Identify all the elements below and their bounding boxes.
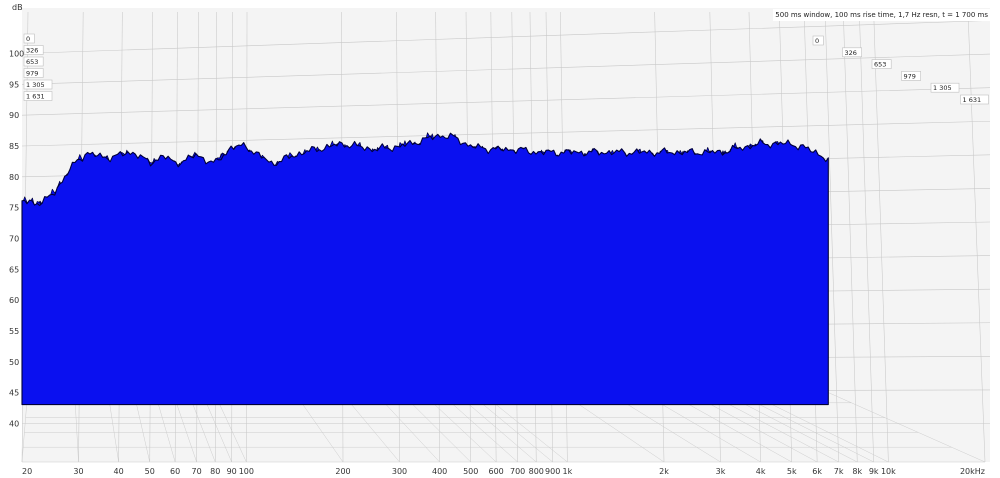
time-label-left-text: 326 bbox=[26, 47, 38, 55]
time-label-right: 0 bbox=[812, 35, 824, 46]
x-tick-label: 4k bbox=[756, 467, 766, 476]
x-tick-label: 400 bbox=[432, 467, 447, 476]
x-tick-label: 3k bbox=[716, 467, 726, 476]
x-tick-label: 90 bbox=[227, 467, 237, 476]
time-label-right: 653 bbox=[871, 59, 892, 69]
x-tick-label: 800 bbox=[529, 467, 544, 476]
x-tick-label: 10k bbox=[881, 467, 896, 476]
x-tick-label: 600 bbox=[489, 467, 504, 476]
x-tick-label: 100 bbox=[239, 467, 254, 476]
y-tick-label: 70 bbox=[9, 235, 19, 244]
time-label-right-text: 1 631 bbox=[963, 96, 982, 104]
y-tick-label: 65 bbox=[9, 265, 19, 274]
x-tick-label: 500 bbox=[463, 467, 478, 476]
y-tick-label: 90 bbox=[9, 111, 19, 120]
y-axis-label: dB bbox=[12, 3, 23, 12]
info-text: 500 ms window, 100 ms rise time, 1,7 Hz … bbox=[773, 9, 990, 21]
x-tick-label: 200 bbox=[335, 467, 350, 476]
time-label-right: 1 631 bbox=[960, 94, 989, 105]
x-tick-label: 40 bbox=[114, 467, 124, 476]
x-tick-label: 700 bbox=[510, 467, 525, 476]
waterfall-surface bbox=[21, 132, 829, 406]
x-tick-label: 9k bbox=[869, 467, 879, 476]
time-label-left-text: 653 bbox=[26, 58, 38, 66]
x-tick-label: 80 bbox=[210, 467, 220, 476]
time-label-right: 326 bbox=[842, 47, 863, 58]
y-tick-label: 40 bbox=[9, 420, 19, 429]
x-tick-label: 70 bbox=[192, 467, 202, 476]
time-label-left-text: 1 305 bbox=[26, 81, 45, 89]
time-label-right-text: 0 bbox=[815, 37, 819, 45]
time-label-left-text: 1 631 bbox=[26, 93, 45, 101]
y-tick-label: 75 bbox=[9, 204, 19, 213]
waterfall-chart: 100 95 90 85 80 75 70 65 60 55 50 45 40 20 30 40 50 60 70… bbox=[0, 0, 1000, 478]
time-label-left: 0 bbox=[23, 33, 35, 44]
x-tick-label: 30 bbox=[73, 467, 83, 476]
time-label-right: 979 bbox=[901, 71, 922, 81]
time-label-left: 326 bbox=[23, 45, 44, 55]
time-label-left-text: 979 bbox=[26, 70, 38, 78]
y-tick-label: 55 bbox=[9, 327, 19, 336]
time-label-right: 1 305 bbox=[930, 82, 960, 93]
time-label-left: 1 305 bbox=[23, 79, 53, 90]
plot-area: 100 95 90 85 80 75 70 65 60 55 50 45 40 20 30 40 50 60 70… bbox=[9, 3, 991, 476]
x-tick-label: 50 bbox=[145, 467, 155, 476]
y-tick-label: 100 bbox=[9, 50, 24, 59]
time-label-left: 1 631 bbox=[23, 91, 53, 101]
y-tick-label: 95 bbox=[9, 80, 19, 89]
x-tick-label: 5k bbox=[787, 467, 797, 476]
x-tick-label: 6k bbox=[812, 467, 822, 476]
waterfall-slice bbox=[21, 132, 829, 406]
x-tick-label: 7k bbox=[834, 467, 844, 476]
x-tick-label: 2k bbox=[659, 467, 669, 476]
x-tick-label: 60 bbox=[170, 467, 180, 476]
time-label-right-text: 979 bbox=[904, 72, 916, 80]
y-tick-label: 50 bbox=[9, 358, 19, 367]
x-tick-label: 20kHz bbox=[960, 467, 985, 476]
y-tick-label: 80 bbox=[9, 173, 19, 182]
x-tick-label: 300 bbox=[392, 467, 407, 476]
time-label-left-text: 0 bbox=[26, 35, 30, 43]
x-tick-labels: 20 30 40 50 60 70 80 90 100 200 300 400 500 600 700 800… bbox=[22, 467, 985, 476]
x-tick-label: 20 bbox=[22, 467, 32, 476]
y-tick-label: 60 bbox=[9, 296, 19, 305]
time-label-right-text: 326 bbox=[845, 49, 857, 57]
y-tick-label: 45 bbox=[9, 389, 19, 398]
x-tick-label: 900 bbox=[545, 467, 560, 476]
time-label-left: 653 bbox=[23, 56, 44, 67]
y-tick-label: 85 bbox=[9, 142, 19, 151]
time-label-right-text: 653 bbox=[874, 61, 886, 69]
time-label-right-text: 1 305 bbox=[933, 84, 952, 92]
x-tick-label: 8k bbox=[852, 467, 862, 476]
x-tick-label: 1k bbox=[563, 467, 573, 476]
time-label-left: 979 bbox=[23, 68, 44, 78]
